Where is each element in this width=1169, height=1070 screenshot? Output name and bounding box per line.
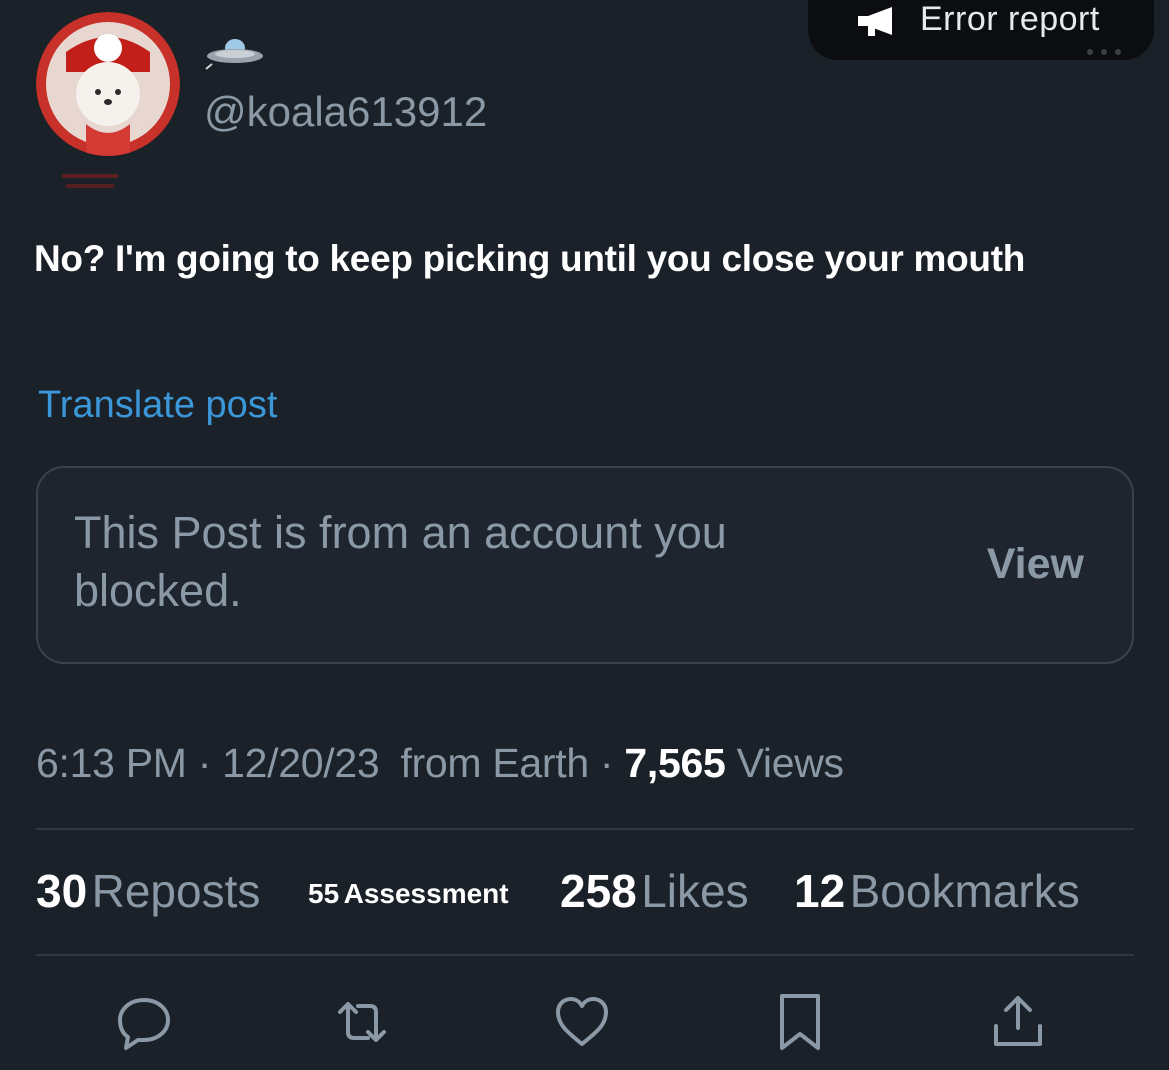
reposts-count: 30 [36,865,88,917]
bookmarks-label: Bookmarks [849,865,1080,917]
post-source: from Earth [400,740,589,786]
assessment-count: 55 [308,878,340,909]
view-blocked-post-button[interactable]: View [987,540,1084,589]
user-handle[interactable]: @koala613912 [204,88,487,136]
reposts-label: Reposts [91,865,261,917]
bookmarks-count: 12 [794,865,846,917]
error-report-label: Error report [920,0,1100,38]
avatar-caption-decoration [62,174,118,188]
assessment-label: Assessment [343,878,509,909]
bookmarks-stat[interactable]: 12 Bookmarks [794,864,1080,918]
avatar-image [36,12,180,156]
meta-separator: · [599,740,625,786]
blocked-post-notice: This Post is from an account you blocked… [36,466,1134,664]
megaphone-icon [858,7,892,36]
avatar[interactable] [36,12,180,156]
repost-icon[interactable] [330,990,394,1054]
action-bar [0,990,1169,1054]
divider [36,954,1134,956]
reposts-stat[interactable]: 30 Reposts [36,864,260,918]
blocked-post-message: This Post is from an account you blocked… [74,507,727,616]
assessment-stat[interactable]: 55 Assessment [308,878,509,910]
translate-post-link[interactable]: Translate post [38,384,277,427]
like-icon[interactable] [550,990,614,1054]
error-report-button[interactable]: Error report [808,0,1154,60]
ufo-icon [205,39,263,70]
post-text: No? I'm going to keep picking until you … [34,238,1026,279]
meta-separator: · [197,740,223,786]
post-time: 6:13 PM [36,740,187,786]
views-label: Views [736,740,844,786]
bookmark-icon[interactable] [768,990,832,1054]
views-count: 7,565 [624,740,726,786]
divider [36,828,1134,830]
post-date: 12/20/23 [222,740,380,786]
likes-stat[interactable]: 258 Likes [560,864,749,918]
post-meta: 6:13 PM · 12/20/23 from Earth · 7,565 Vi… [36,740,844,787]
more-dots-icon [1087,49,1121,55]
likes-count: 258 [560,865,637,917]
share-icon[interactable] [986,990,1050,1054]
reply-icon[interactable] [112,990,176,1054]
likes-label: Likes [641,865,749,917]
